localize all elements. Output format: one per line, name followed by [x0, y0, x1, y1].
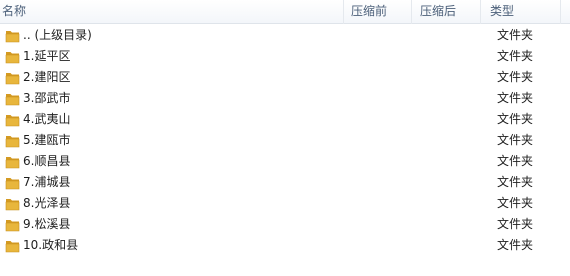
list-item[interactable]: 2.建阳区 文件夹	[0, 67, 570, 88]
item-type: 文件夹	[497, 70, 534, 84]
item-type: 文件夹	[497, 154, 534, 168]
item-type: 文件夹	[497, 91, 534, 105]
column-divider[interactable]	[343, 0, 344, 24]
item-name: 10.政和县	[23, 238, 79, 252]
item-name: 6.顺昌县	[23, 154, 71, 168]
list-item[interactable]: 3.邵武市 文件夹	[0, 88, 570, 109]
item-name: 3.邵武市	[23, 91, 71, 105]
column-header-type[interactable]: 类型	[490, 0, 514, 24]
folder-icon	[5, 220, 20, 232]
column-header-bar: 名称 压缩前 压缩后 类型	[0, 0, 570, 24]
folder-icon	[5, 178, 20, 190]
item-type: 文件夹	[497, 196, 534, 210]
item-type: 文件夹	[497, 28, 534, 42]
file-list-view: 名称 压缩前 压缩后 类型 .. (上级目录) 文件夹 1.延平区 文件夹 2.…	[0, 0, 570, 276]
item-name: 4.武夷山	[23, 112, 71, 126]
item-name: 7.浦城县	[23, 175, 71, 189]
list-item[interactable]: 10.政和县 文件夹	[0, 235, 570, 256]
item-name: 2.建阳区	[23, 70, 71, 84]
folder-icon	[5, 115, 20, 127]
item-name: .. (上级目录)	[23, 28, 92, 42]
column-divider[interactable]	[411, 0, 412, 24]
list-item[interactable]: 1.延平区 文件夹	[0, 46, 570, 67]
list-item[interactable]: 5.建瓯市 文件夹	[0, 130, 570, 151]
folder-icon	[5, 31, 20, 43]
list-item[interactable]: 4.武夷山 文件夹	[0, 109, 570, 130]
column-divider[interactable]	[480, 0, 481, 24]
column-header-compressed-after[interactable]: 压缩后	[420, 0, 456, 24]
column-divider[interactable]	[560, 0, 561, 24]
item-type: 文件夹	[497, 238, 534, 252]
list-item[interactable]: .. (上级目录) 文件夹	[0, 25, 570, 46]
folder-icon	[5, 157, 20, 169]
item-type: 文件夹	[497, 49, 534, 63]
folder-icon	[5, 52, 20, 64]
list-item[interactable]: 6.顺昌县 文件夹	[0, 151, 570, 172]
item-name: 1.延平区	[23, 49, 71, 63]
folder-icon	[5, 199, 20, 211]
item-type: 文件夹	[497, 175, 534, 189]
folder-icon	[5, 241, 20, 253]
folder-icon	[5, 136, 20, 148]
list-item[interactable]: 8.光泽县 文件夹	[0, 193, 570, 214]
folder-icon	[5, 94, 20, 106]
item-name: 8.光泽县	[23, 196, 71, 210]
item-name: 5.建瓯市	[23, 133, 71, 147]
list-item[interactable]: 9.松溪县 文件夹	[0, 214, 570, 235]
item-type: 文件夹	[497, 112, 534, 126]
column-header-name[interactable]: 名称	[2, 0, 26, 24]
column-header-compressed-before[interactable]: 压缩前	[351, 0, 387, 24]
folder-icon	[5, 73, 20, 85]
item-type: 文件夹	[497, 133, 534, 147]
file-list: .. (上级目录) 文件夹 1.延平区 文件夹 2.建阳区 文件夹 3.邵武市 …	[0, 25, 570, 256]
list-item[interactable]: 7.浦城县 文件夹	[0, 172, 570, 193]
item-name: 9.松溪县	[23, 217, 71, 231]
item-type: 文件夹	[497, 217, 534, 231]
